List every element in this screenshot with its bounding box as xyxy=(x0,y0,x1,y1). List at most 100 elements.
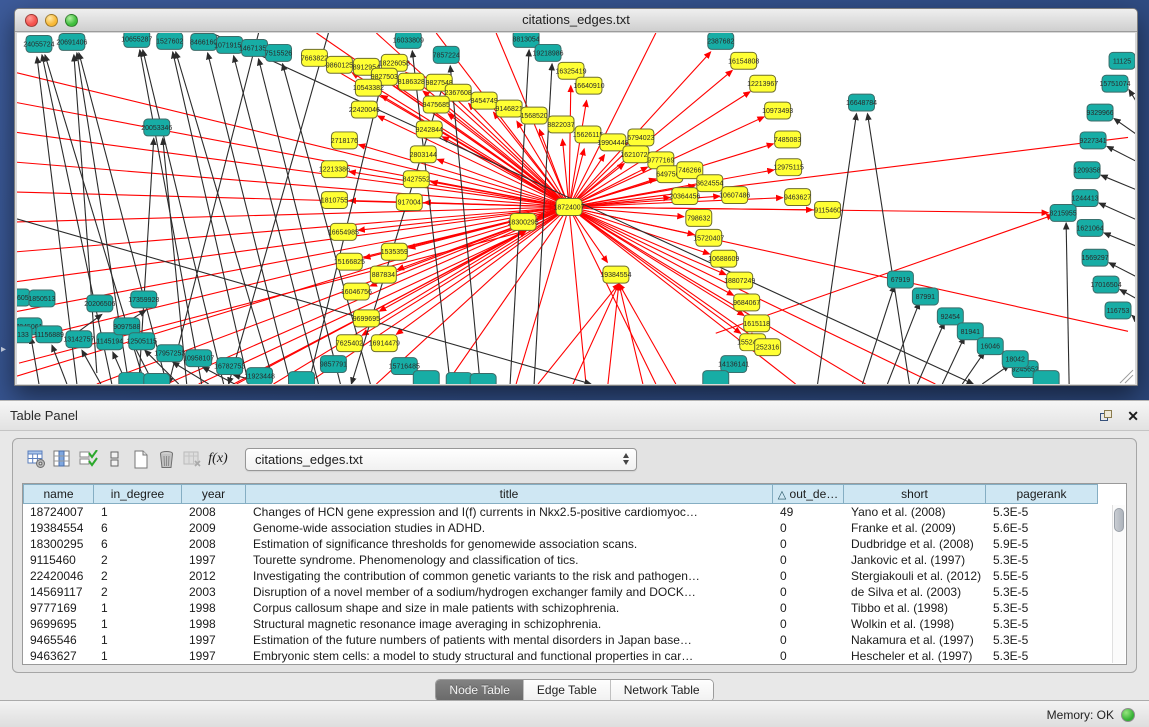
graph-edge-red[interactable] xyxy=(359,145,569,207)
graph-edge-black[interactable] xyxy=(1107,146,1135,163)
graph-edge-black[interactable] xyxy=(208,53,291,384)
network-window-titlebar[interactable]: citations_edges.txt xyxy=(15,9,1137,32)
table-cell[interactable]: Hescheler et al. (1997) xyxy=(844,648,986,664)
table-cell[interactable]: Estimation of the future numbers of pati… xyxy=(246,632,773,648)
graph-edge-red[interactable] xyxy=(569,86,571,207)
table-cell[interactable]: 6 xyxy=(94,520,182,536)
graph-edge-red[interactable] xyxy=(17,103,569,207)
table-cell[interactable]: 1 xyxy=(94,600,182,616)
float-panel-icon[interactable] xyxy=(1100,410,1113,423)
table-cell[interactable]: 2 xyxy=(94,568,182,584)
table-row[interactable]: 1872400712008Changes of HCN gene express… xyxy=(23,504,1126,520)
table-cell[interactable]: 49 xyxy=(773,504,844,520)
tab-edge-table[interactable]: Edge Table xyxy=(524,680,611,701)
minimize-window-icon[interactable] xyxy=(45,14,58,27)
table-cell[interactable]: 5.3E-5 xyxy=(986,504,1098,520)
table-cell[interactable]: 2009 xyxy=(182,520,246,536)
network-graph[interactable]: 7663822986012589129541822605898275038186… xyxy=(17,33,1135,384)
graph-edge-red[interactable] xyxy=(569,207,796,384)
table-row[interactable]: 911546021997Tourette syndrome. Phenomeno… xyxy=(23,552,1126,568)
table-cell[interactable]: 0 xyxy=(773,600,844,616)
graph-edge-black[interactable] xyxy=(1120,290,1135,304)
table-cell[interactable]: 1997 xyxy=(182,632,246,648)
table-cell[interactable]: Estimation of significance thresholds fo… xyxy=(246,536,773,552)
graph-edge-black[interactable] xyxy=(82,350,101,384)
graph-edge-black[interactable] xyxy=(1129,90,1135,108)
table-row[interactable]: 1830029562008Estimation of significance … xyxy=(23,536,1126,552)
table-cell[interactable]: Corpus callosum shape and size in male p… xyxy=(246,600,773,616)
table-cell[interactable]: 5.3E-5 xyxy=(986,616,1098,632)
vertical-scrollbar[interactable] xyxy=(1112,505,1125,663)
graph-edge-red[interactable] xyxy=(538,284,619,384)
close-window-icon[interactable] xyxy=(25,14,38,27)
graph-node[interactable] xyxy=(413,371,439,384)
graph-edge-red[interactable] xyxy=(569,207,586,384)
table-cell[interactable]: 9115460 xyxy=(23,552,94,568)
column-header-pagerank[interactable]: pagerank xyxy=(986,484,1098,504)
table-cell[interactable]: Structural magnetic resonance image aver… xyxy=(246,616,773,632)
select-rows-icon[interactable] xyxy=(75,446,101,472)
table-cell[interactable]: 0 xyxy=(773,584,844,600)
table-panel-header[interactable]: Table Panel ✕ xyxy=(0,401,1149,431)
modify-table-icon[interactable] xyxy=(23,446,49,472)
graph-edge-black[interactable] xyxy=(942,337,964,384)
graph-edge-red[interactable] xyxy=(199,231,526,384)
table-cell[interactable]: 5.5E-5 xyxy=(986,568,1098,584)
table-row[interactable]: 946554611997Estimation of the future num… xyxy=(23,632,1126,648)
graph-node[interactable] xyxy=(703,371,729,384)
row-height-icon[interactable] xyxy=(101,446,127,472)
table-cell[interactable]: 9699695 xyxy=(23,616,94,632)
scrollbar-thumb[interactable] xyxy=(1114,508,1124,532)
close-panel-icon[interactable]: ✕ xyxy=(1127,409,1139,423)
table-cell[interactable]: de Silva et al. (2003) xyxy=(844,584,986,600)
table-cell[interactable]: Tourette syndrome. Phenomenology and cla… xyxy=(246,552,773,568)
table-cell[interactable]: Dudbridge et al. (2008) xyxy=(844,536,986,552)
table-cell[interactable]: 1 xyxy=(94,632,182,648)
graph-node[interactable] xyxy=(1033,371,1059,384)
graph-edge-black[interactable] xyxy=(1114,119,1135,136)
graph-node[interactable] xyxy=(446,373,472,384)
table-cell[interactable]: 0 xyxy=(773,632,844,648)
graph-edge-red[interactable] xyxy=(17,207,569,282)
graph-edge-black[interactable] xyxy=(31,337,39,384)
table-cell[interactable]: 0 xyxy=(773,616,844,632)
graph-edge-black[interactable] xyxy=(1132,315,1135,328)
table-cell[interactable]: 0 xyxy=(773,568,844,584)
graph-edge-red[interactable] xyxy=(569,207,1048,213)
function-builder-icon[interactable]: f(x) xyxy=(205,446,231,472)
table-cell[interactable]: 0 xyxy=(773,536,844,552)
table-cell[interactable]: 1 xyxy=(94,616,182,632)
graph-node[interactable] xyxy=(119,373,145,384)
table-cell[interactable]: 1998 xyxy=(182,616,246,632)
column-header-in_degree[interactable]: in_degree xyxy=(94,484,182,504)
graph-edge-black[interactable] xyxy=(887,302,919,384)
graph-edge-black[interactable] xyxy=(1066,223,1069,384)
table-cell[interactable]: 2 xyxy=(94,552,182,568)
table-cell[interactable]: Franke et al. (2009) xyxy=(844,520,986,536)
table-cell[interactable]: 2008 xyxy=(182,536,246,552)
table-row[interactable]: 2242004622012Investigating the contribut… xyxy=(23,568,1126,584)
network-window[interactable]: citations_edges.txt 76638229860125891295… xyxy=(14,8,1138,386)
table-cell[interactable]: 5.9E-5 xyxy=(986,536,1098,552)
graph-node[interactable] xyxy=(144,374,170,384)
table-cell[interactable]: Stergiakouli et al. (2012) xyxy=(844,568,986,584)
table-cell[interactable]: 2008 xyxy=(182,504,246,520)
table-cell[interactable]: 1998 xyxy=(182,600,246,616)
table-cell[interactable]: Jankovic et al. (1997) xyxy=(844,552,986,568)
table-cell[interactable]: 1 xyxy=(94,504,182,520)
graph-edge-red[interactable] xyxy=(17,207,569,252)
table-cell[interactable]: 5.3E-5 xyxy=(986,632,1098,648)
graph-edge-red[interactable] xyxy=(619,284,676,384)
table-cell[interactable]: 9465546 xyxy=(23,632,94,648)
delete-rows-icon[interactable] xyxy=(153,446,179,472)
select-column-icon[interactable] xyxy=(49,446,75,472)
table-cell[interactable]: 5.3E-5 xyxy=(986,584,1098,600)
graph-edge-red[interactable] xyxy=(573,284,619,384)
window-resize-grip[interactable] xyxy=(1120,370,1133,383)
table-cell[interactable]: 2012 xyxy=(182,568,246,584)
table-cell[interactable]: Genome-wide association studies in ADHD. xyxy=(246,520,773,536)
zoom-window-icon[interactable] xyxy=(65,14,78,27)
table-cell[interactable]: 1997 xyxy=(182,552,246,568)
table-cell[interactable]: 1 xyxy=(94,648,182,664)
table-cell[interactable]: Embryonic stem cells: a model to study s… xyxy=(246,648,773,664)
